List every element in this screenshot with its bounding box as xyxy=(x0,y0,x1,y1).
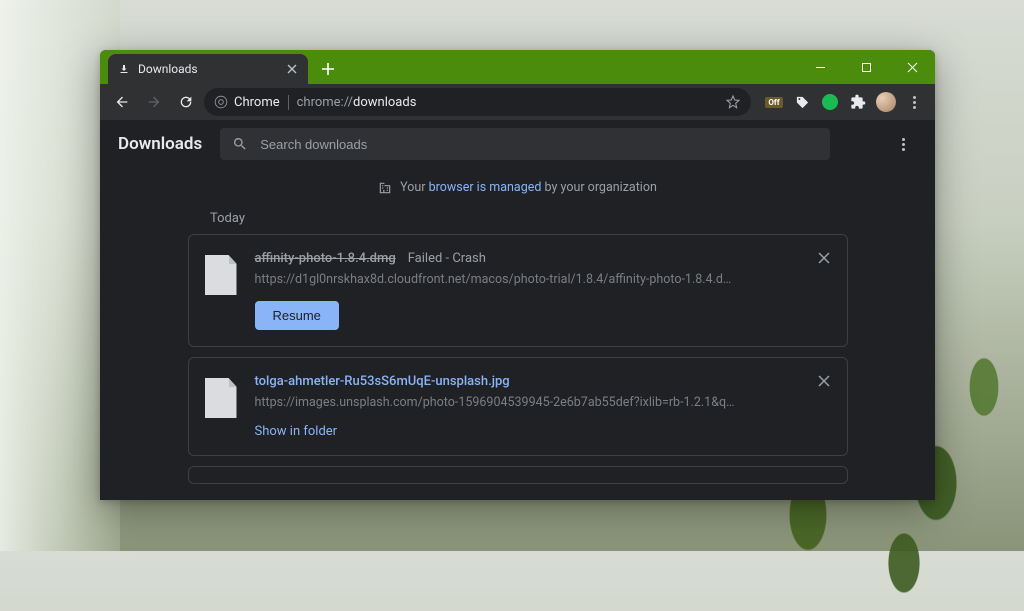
download-item: tolga-ahmetler-Ru53sS6mUqE-unsplash.jpg … xyxy=(188,357,848,456)
downloads-list-scroll[interactable]: Your browser is managed by your organiza… xyxy=(100,168,935,500)
profile-button[interactable] xyxy=(873,89,899,115)
green-circle-icon xyxy=(822,94,838,110)
download-filename: affinity-photo-1.8.4.dmg xyxy=(255,251,396,266)
file-icon xyxy=(205,255,237,295)
download-status: Failed - Crash xyxy=(408,251,486,266)
omnibox-label: Chrome xyxy=(234,95,280,110)
minimize-icon xyxy=(815,62,826,73)
chrome-menu-button[interactable] xyxy=(901,89,927,115)
omnibox-url: chrome://downloads xyxy=(297,95,417,110)
downloads-page: Downloads Your browser is managed by you… xyxy=(100,120,935,500)
close-icon xyxy=(818,375,830,387)
date-section-label: Today xyxy=(210,211,935,226)
extensions-button[interactable] xyxy=(845,89,871,115)
remove-download-button[interactable] xyxy=(815,372,833,390)
managed-notice: Your browser is managed by your organiza… xyxy=(100,168,935,203)
search-field-wrapper xyxy=(220,128,830,160)
kebab-icon xyxy=(902,138,905,151)
tag-icon xyxy=(795,95,810,110)
extension-tag[interactable] xyxy=(789,89,815,115)
reload-button[interactable] xyxy=(172,88,200,116)
forward-button[interactable] xyxy=(140,88,168,116)
page-title: Downloads xyxy=(118,134,202,154)
new-tab-button[interactable] xyxy=(314,55,342,83)
avatar-icon xyxy=(876,92,896,112)
close-icon xyxy=(907,62,918,73)
bookmark-button[interactable] xyxy=(725,94,741,110)
arrow-left-icon xyxy=(114,94,130,110)
building-icon xyxy=(378,181,392,195)
back-button[interactable] xyxy=(108,88,136,116)
star-icon xyxy=(725,94,741,110)
browser-window: Downloads xyxy=(100,50,935,500)
managed-link[interactable]: browser is managed xyxy=(429,180,542,195)
download-icon xyxy=(118,63,130,75)
site-identity: Chrome xyxy=(214,95,289,110)
close-tab-button[interactable] xyxy=(284,61,300,77)
tab-title: Downloads xyxy=(138,62,198,76)
kebab-icon xyxy=(913,96,916,109)
arrow-right-icon xyxy=(146,94,162,110)
file-icon xyxy=(205,378,237,418)
plus-icon xyxy=(321,62,335,76)
search-icon xyxy=(232,136,248,152)
puzzle-icon xyxy=(850,94,866,110)
maximize-button[interactable] xyxy=(843,50,889,84)
chrome-icon xyxy=(214,95,228,109)
download-filename[interactable]: tolga-ahmetler-Ru53sS6mUqE-unsplash.jpg xyxy=(255,374,510,389)
extension-off-badge[interactable]: Off xyxy=(761,89,787,115)
search-input[interactable] xyxy=(260,137,818,152)
reload-icon xyxy=(178,94,194,110)
download-item xyxy=(188,466,848,484)
download-item: affinity-photo-1.8.4.dmg Failed - Crash … xyxy=(188,234,848,347)
close-icon xyxy=(818,252,830,264)
close-window-button[interactable] xyxy=(889,50,935,84)
remove-download-button[interactable] xyxy=(815,249,833,267)
toolbar: Chrome chrome://downloads Off xyxy=(100,84,935,120)
titlebar: Downloads xyxy=(100,50,935,84)
downloads-menu-button[interactable] xyxy=(889,130,917,158)
address-bar[interactable]: Chrome chrome://downloads xyxy=(204,88,751,116)
close-icon xyxy=(287,64,297,74)
off-badge-icon: Off xyxy=(765,97,782,108)
maximize-icon xyxy=(861,62,872,73)
download-url: https://images.unsplash.com/photo-159690… xyxy=(255,395,765,410)
minimize-button[interactable] xyxy=(797,50,843,84)
download-url: https://d1gl0nrskhax8d.cloudfront.net/ma… xyxy=(255,272,765,287)
show-in-folder-button[interactable]: Show in folder xyxy=(255,424,338,439)
resume-button[interactable]: Resume xyxy=(255,301,339,330)
browser-tab[interactable]: Downloads xyxy=(108,54,308,84)
extension-grammarly[interactable] xyxy=(817,89,843,115)
